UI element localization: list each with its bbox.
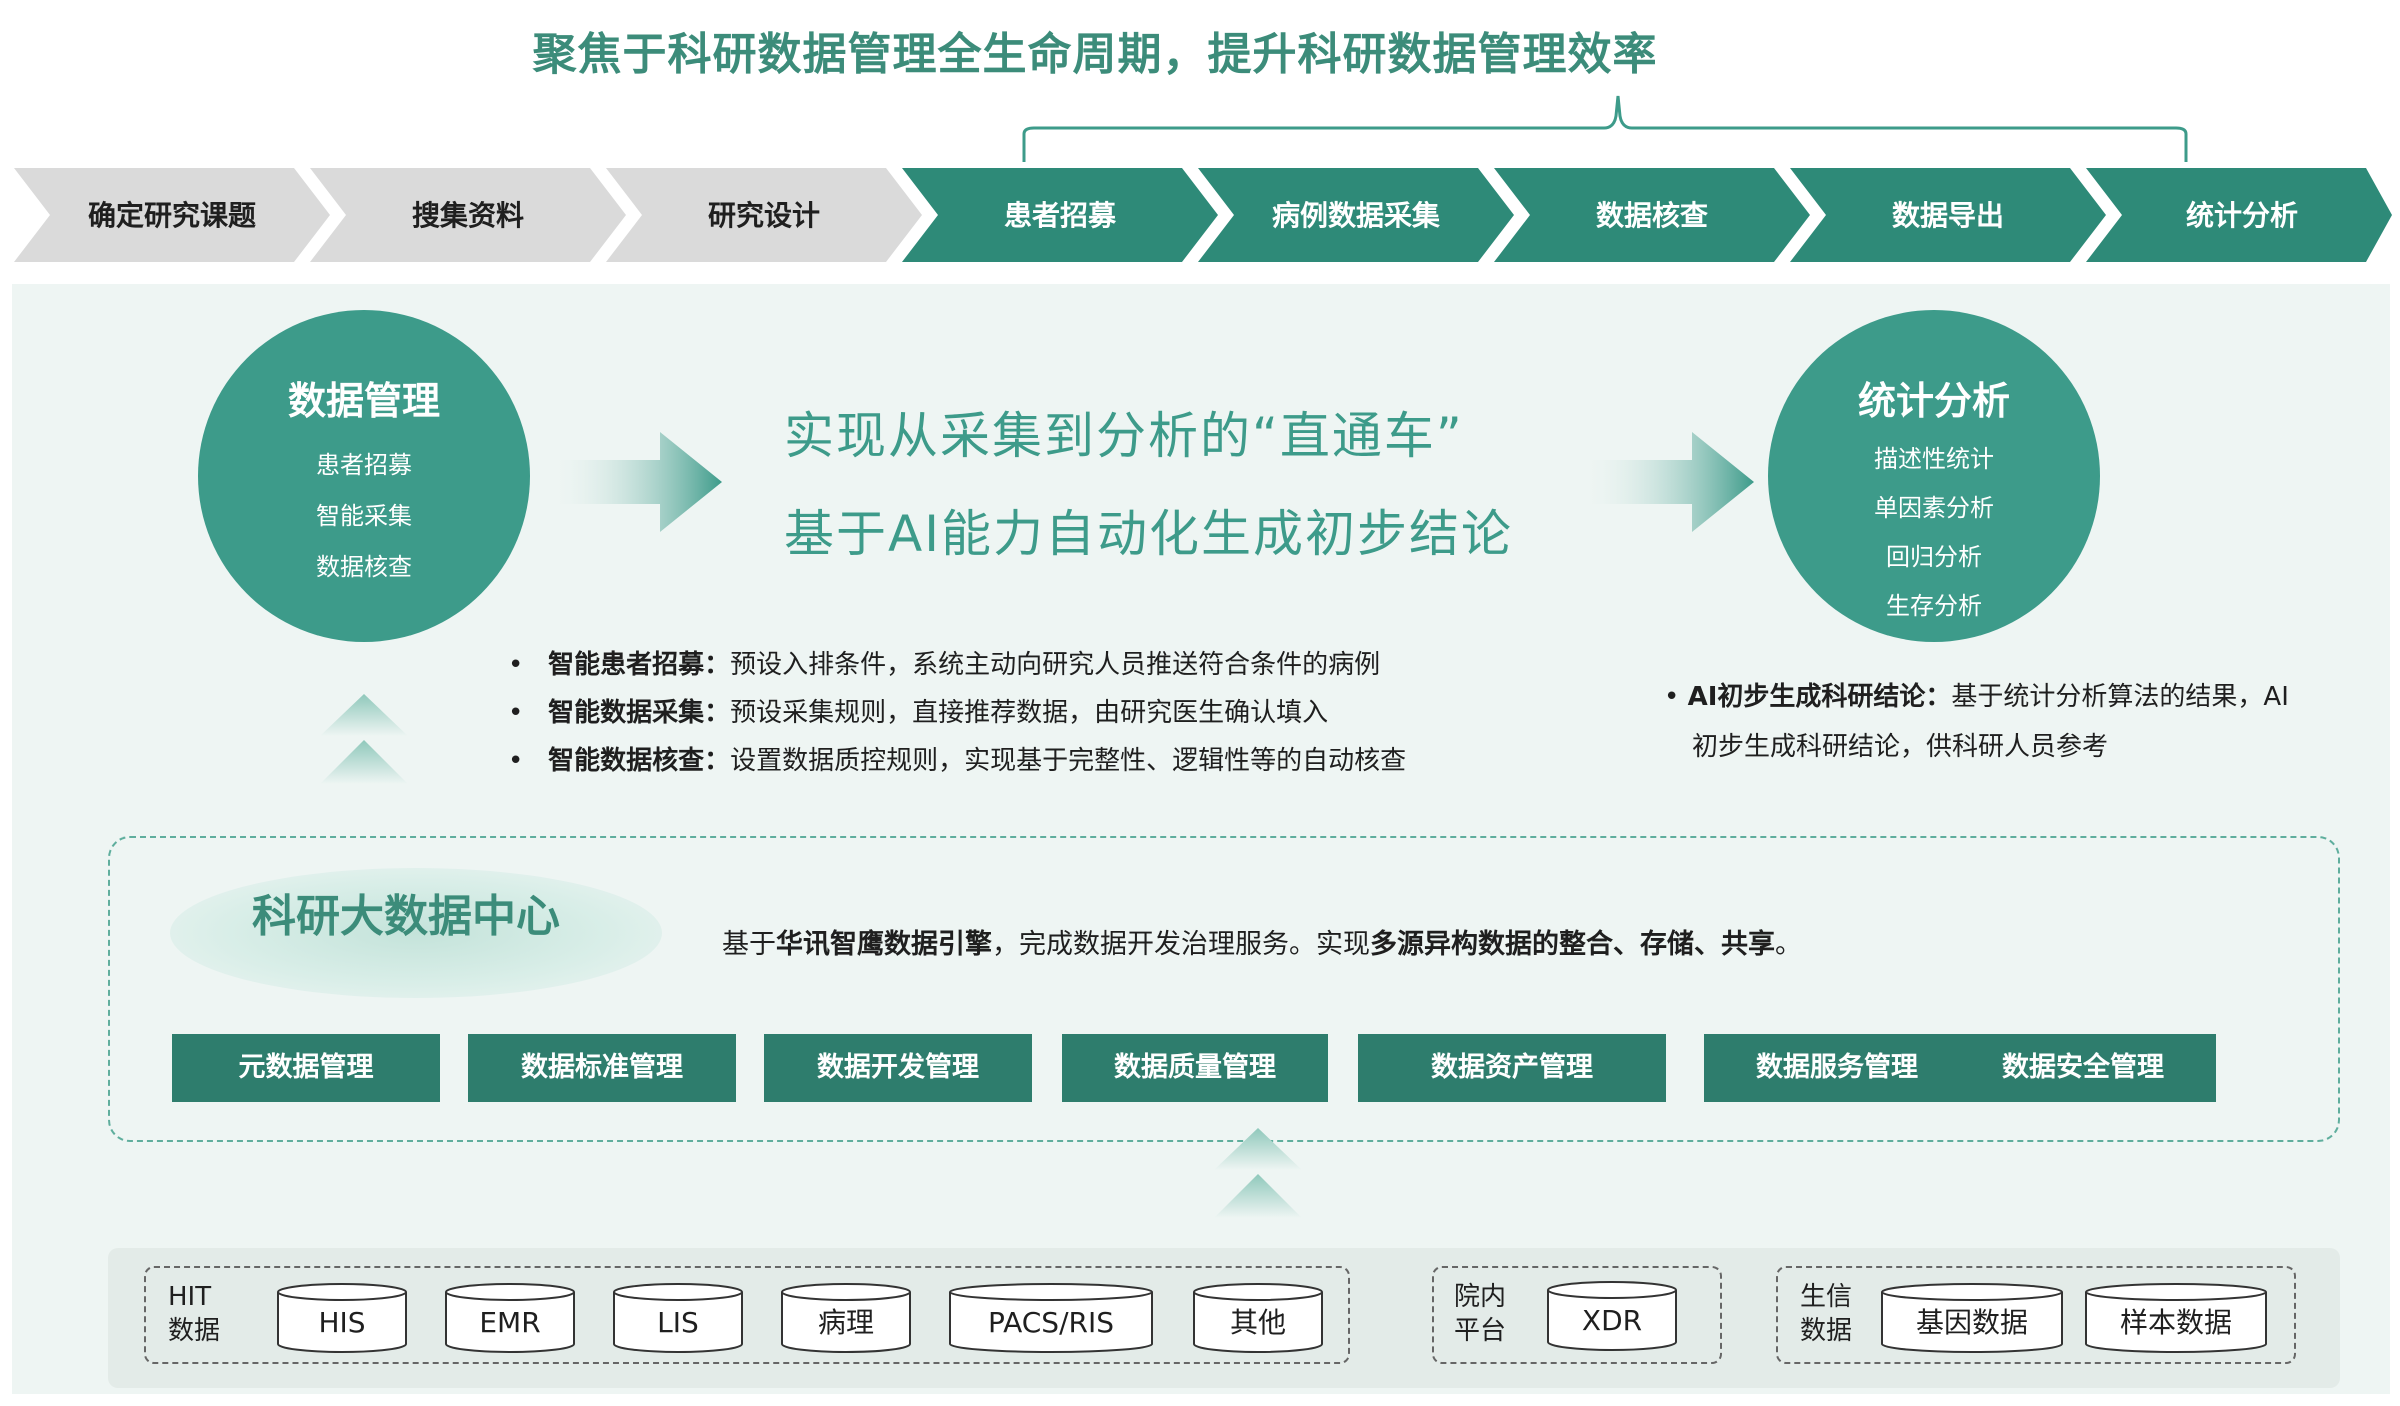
module-data-assets: 数据资产管理 <box>1358 1034 1666 1102</box>
bracket <box>1022 95 2188 162</box>
page-title: 聚焦于科研数据管理全生命周期，提升科研数据管理效率 <box>532 29 1658 80</box>
step-2: 搜集资料 <box>310 168 626 262</box>
svg-text:HIS: HIS <box>318 1306 365 1339</box>
bio-data-label: 生信 数据 <box>1800 1282 1853 1346</box>
data-management-title: 数据管理 <box>287 379 440 423</box>
up-arrow-icon <box>1214 1128 1302 1218</box>
svg-text:病理: 病理 <box>818 1306 874 1339</box>
step-7-label: 数据导出 <box>1892 199 2004 232</box>
statistics-item: 描述性统计 <box>1874 445 1994 473</box>
step-1-label: 确定研究课题 <box>88 199 256 232</box>
database-cylinder: XDR <box>1547 1281 1677 1351</box>
statistics-circle: 统计分析 描述性统计 单因素分析 回归分析 生存分析 <box>1768 310 2100 642</box>
statistics-item: 单因素分析 <box>1874 494 1994 522</box>
database-cylinder: 样本数据 <box>2085 1283 2267 1353</box>
step-2-label: 搜集资料 <box>412 199 524 232</box>
bullet-item: • 智能数据采集：预设采集规则，直接推荐数据，由研究医生确认填入 <box>508 698 1329 728</box>
step-7: 数据导出 <box>1790 168 2106 262</box>
step-3: 研究设计 <box>606 168 922 262</box>
data-management-item: 数据核查 <box>316 553 412 581</box>
step-4: 患者招募 <box>902 168 1218 262</box>
svg-text:基因数据: 基因数据 <box>1916 1306 2028 1339</box>
svg-text:PACS/RIS: PACS/RIS <box>988 1306 1114 1339</box>
svg-text:样本数据: 样本数据 <box>2120 1306 2232 1339</box>
bullet-item: • 智能数据核查：设置数据质控规则，实现基于完整性、逻辑性等的自动核查 <box>508 746 1407 776</box>
statistics-item: 回归分析 <box>1886 543 1982 571</box>
step-8: 统计分析 <box>2086 168 2392 262</box>
svg-text:EMR: EMR <box>479 1306 540 1339</box>
step-6: 数据核查 <box>1494 168 1810 262</box>
step-1: 确定研究课题 <box>14 168 330 262</box>
big-data-center-title: 科研大数据中心 <box>252 891 560 942</box>
svg-text:LIS: LIS <box>657 1306 699 1339</box>
database-cylinder: PACS/RIS <box>949 1283 1153 1353</box>
bullet-item: • 智能患者招募：预设入排条件，系统主动向研究人员推送符合条件的病例 <box>508 650 1381 680</box>
module-data-standard: 数据标准管理 <box>468 1034 736 1102</box>
up-arrow-icon <box>320 694 408 784</box>
database-cylinder: 基因数据 <box>1881 1283 2063 1353</box>
svg-text:其他: 其他 <box>1230 1306 1286 1339</box>
database-cylinder: 其他 <box>1193 1283 1323 1353</box>
svg-text:XDR: XDR <box>1582 1304 1642 1337</box>
database-cylinder: EMR <box>445 1283 575 1353</box>
step-4-label: 患者招募 <box>1004 199 1117 232</box>
right-arrow-icon <box>550 432 722 532</box>
ai-conclusion-bullet: • AI初步生成科研结论：基于统计分析算法的结果，AI 初步生成科研结论，供科研… <box>1664 682 2289 762</box>
module-data-quality: 数据质量管理 <box>1062 1034 1328 1102</box>
step-8-label: 统计分析 <box>2186 199 2298 232</box>
module-metadata: 元数据管理 <box>172 1034 440 1102</box>
data-management-item: 患者招募 <box>316 451 412 479</box>
database-cylinder: HIS <box>277 1283 407 1353</box>
feature-bullets: • 智能患者招募：预设入排条件，系统主动向研究人员推送符合条件的病例 • 智能数… <box>508 644 1488 784</box>
module-data-development: 数据开发管理 <box>764 1034 1032 1102</box>
step-5-label: 病例数据采集 <box>1272 199 1440 232</box>
statistics-title: 统计分析 <box>1857 379 2010 423</box>
module-data-service: 数据服务管理 <box>1704 1034 1970 1102</box>
module-data-security: 数据安全管理 <box>1950 1034 2216 1102</box>
step-3-label: 研究设计 <box>708 199 820 232</box>
hit-data-label: HIT 数据 <box>168 1282 221 1346</box>
database-cylinder: 病理 <box>781 1283 911 1353</box>
right-arrow-icon <box>1582 432 1754 532</box>
step-5: 病例数据采集 <box>1198 168 1514 262</box>
statistics-item: 生存分析 <box>1886 592 1982 620</box>
database-cylinder: LIS <box>613 1283 743 1353</box>
step-6-label: 数据核查 <box>1596 199 1708 232</box>
process-steps: 确定研究课题 搜集资料 研究设计 患者招募 病例数据采集 数据核查 数据导出 统… <box>14 168 2392 262</box>
platform-label: 院内 平台 <box>1454 1282 1507 1346</box>
data-management-circle: 数据管理 患者招募 智能采集 数据核查 <box>198 310 530 642</box>
headline-line-1: 实现从采集到分析的“直通车” <box>784 407 1464 465</box>
data-management-item: 智能采集 <box>316 502 412 530</box>
headline-line-2: 基于AI能力自动化生成初步结论 <box>784 505 1513 563</box>
big-data-center-desc: 基于华讯智鹰数据引擎，完成数据开发治理服务。实现多源异构数据的整合、存储、共享。 <box>722 929 1802 960</box>
